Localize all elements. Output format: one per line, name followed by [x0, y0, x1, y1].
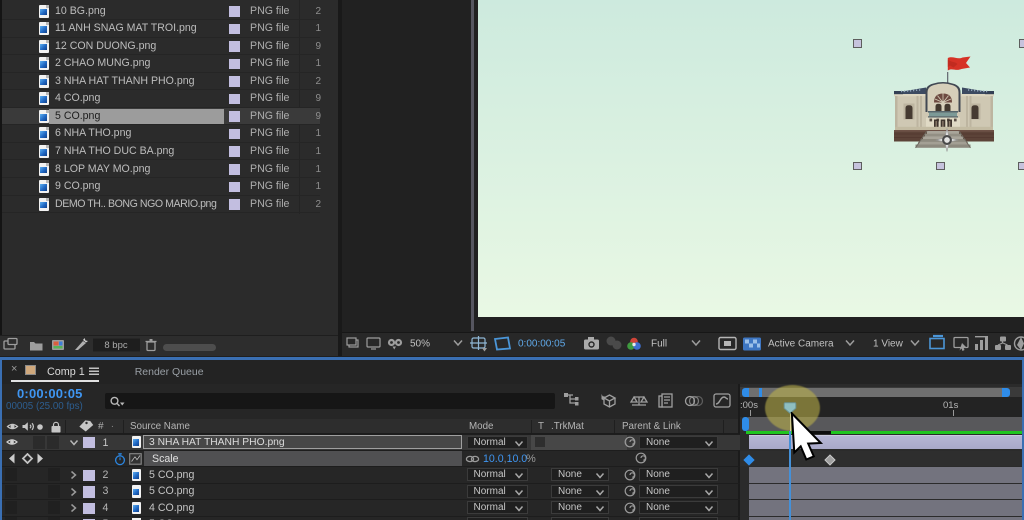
svg-text:0:00:00:05: 0:00:00:05 — [518, 339, 566, 350]
svg-text:Active Camera: Active Camera — [768, 339, 834, 350]
svg-text:8 bpc: 8 bpc — [104, 340, 127, 351]
svg-text:Full: Full — [651, 339, 667, 350]
svg-text:1 View: 1 View — [873, 339, 904, 350]
svg-text:50%: 50% — [410, 339, 430, 350]
